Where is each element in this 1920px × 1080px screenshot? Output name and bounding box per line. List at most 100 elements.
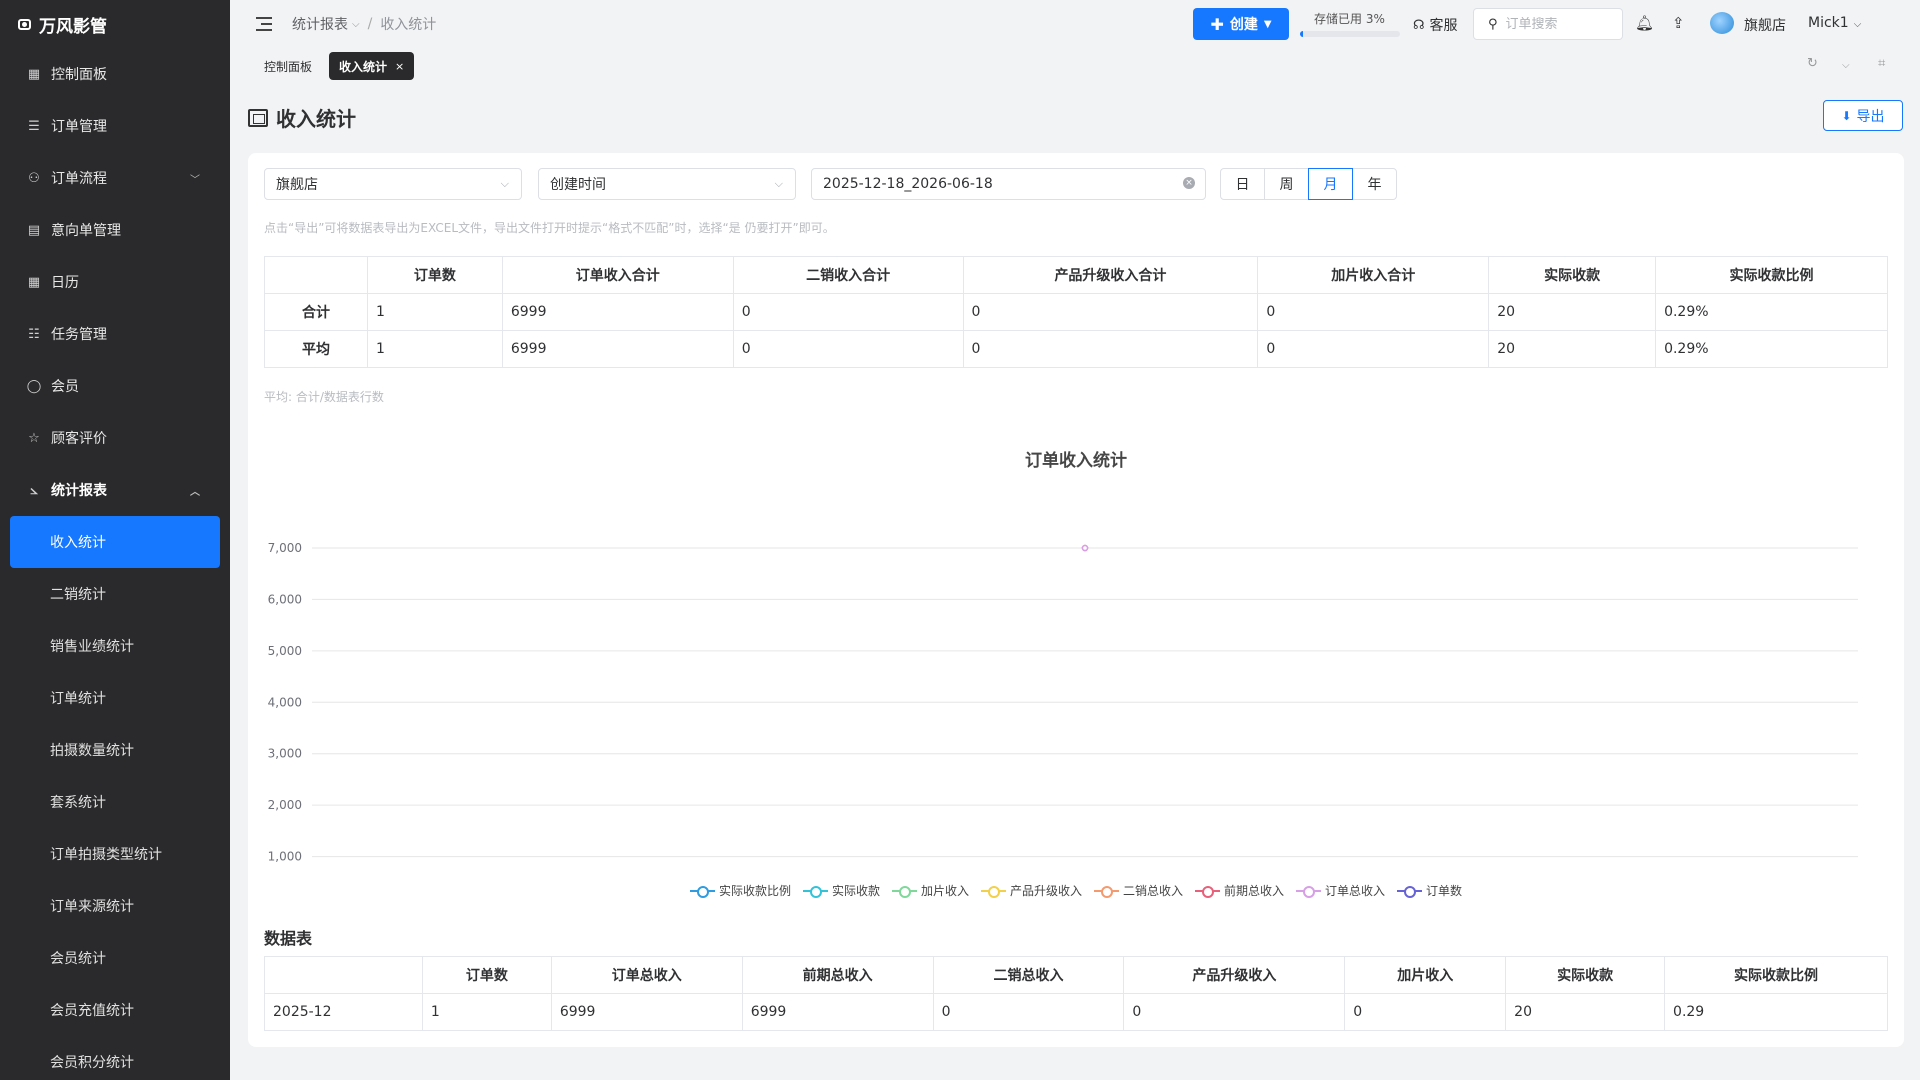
menu-toggle-icon[interactable] — [256, 17, 272, 31]
sidebar-item-5[interactable]: ☷ 任务管理 — [0, 308, 230, 360]
legend-item-1[interactable]: 实际收款 — [802, 882, 880, 899]
legend-label: 前期总收入 — [1224, 884, 1285, 898]
table-cell: 0 — [732, 330, 964, 368]
table-cell: 0 — [962, 293, 1259, 331]
sidebar-subitem-3[interactable]: 订单统计 — [0, 672, 230, 724]
table-cell: 0 — [1257, 293, 1490, 331]
order-search[interactable]: ⚲ — [1473, 8, 1623, 40]
sidebar-subitem-8[interactable]: 会员统计 — [0, 932, 230, 984]
column-header: 实际收款 — [1505, 956, 1666, 994]
granularity-toggle: 日周月年 — [1220, 168, 1397, 200]
column-header — [264, 956, 423, 994]
export-button[interactable]: ⬇ 导出 — [1823, 100, 1903, 131]
data-table: 订单数 订单总收入 前期总收入 二销总收入 产品升级收入 加片收入 实际收款 实际收款比例 20… — [264, 956, 1888, 1031]
granularity-option-3[interactable]: 年 — [1352, 168, 1397, 200]
support-link[interactable]: ☊ 客服 — [1413, 15, 1458, 35]
sidebar-item-2[interactable]: ⚇ 订单流程 ﹀ — [0, 152, 230, 204]
table-cell: 20 — [1488, 330, 1657, 368]
sidebar-subitem-7[interactable]: 订单来源统计 — [0, 880, 230, 932]
legend-item-3[interactable]: 产品升级收入 — [980, 882, 1082, 899]
legend-item-6[interactable]: 订单总收入 — [1296, 882, 1385, 899]
table-cell: 6999 — [741, 993, 934, 1031]
breadcrumb-parent[interactable]: 统计报表 — [292, 14, 348, 34]
sidebar-subitem-5[interactable]: 套系统计 — [0, 776, 230, 828]
store-select[interactable]: 旗舰店 ⌵ — [264, 168, 522, 200]
y-tick-label: 6,000 — [268, 592, 302, 606]
sidebar-subitem-10[interactable]: 会员积分统计 — [0, 1036, 230, 1080]
granularity-option-2[interactable]: 月 — [1308, 168, 1353, 200]
upload-icon[interactable]: ⇪ — [1672, 14, 1685, 32]
summary-table: 订单数 订单收入合计 二销收入合计 产品升级收入合计 加片收入合计 实际收款 实际收款比例合… — [264, 256, 1888, 368]
table-row: 合计 1 6999 0 0 0 20 0.29% — [264, 293, 1888, 331]
sidebar-item-label: 日历 — [51, 275, 79, 291]
chart-icon: ⦣ — [30, 482, 38, 498]
column-header: 实际收款比例 — [1664, 956, 1888, 994]
table-cell: 0.29% — [1655, 330, 1888, 368]
column-header: 加片收入 — [1344, 956, 1507, 994]
table-cell: 平均 — [264, 330, 368, 368]
bell-icon[interactable]: 🔔︎ — [1635, 14, 1654, 32]
sidebar-subitem-6[interactable]: 订单拍摄类型统计 — [0, 828, 230, 880]
chevron-down-icon[interactable]: ⌵ — [1842, 60, 1850, 71]
tab-income-stats[interactable]: 收入统计 × — [329, 52, 415, 80]
granularity-option-1[interactable]: 周 — [1264, 168, 1309, 200]
column-header: 产品升级收入合计 — [962, 256, 1259, 294]
download-icon: ⬇ — [1841, 108, 1852, 123]
date-range-picker[interactable]: 2025-12-18_2026-06-18 × — [811, 168, 1206, 200]
column-header — [264, 256, 368, 294]
legend-item-7[interactable]: 订单数 — [1397, 882, 1462, 899]
refresh-icon[interactable]: ↻ — [1807, 56, 1818, 71]
table-cell: 2025-12 — [264, 993, 423, 1031]
legend-item-0[interactable]: 实际收款比例 — [689, 882, 791, 899]
chart-legend: 实际收款比例 实际收款 加片收入 产品升级收入 二销总收入 前期总收入 订单总收入 订单数 — [248, 882, 1904, 899]
clear-icon[interactable]: × — [1183, 177, 1195, 189]
legend-item-5[interactable]: 前期总收入 — [1195, 882, 1284, 899]
legend-item-2[interactable]: 加片收入 — [891, 882, 969, 899]
granularity-option-0[interactable]: 日 — [1220, 168, 1265, 200]
breadcrumb: 统计报表 ⌵ / 收入统计 — [292, 14, 437, 34]
sidebar-subitem-1[interactable]: 二销统计 — [0, 568, 230, 620]
sidebar-subitem-0[interactable]: 收入统计 — [10, 516, 220, 568]
sidebar-subitem-9[interactable]: 会员充值统计 — [0, 984, 230, 1036]
create-button[interactable]: ✚ 创建 ▼ — [1193, 8, 1289, 40]
y-tick-label: 2,000 — [268, 798, 302, 812]
column-header: 实际收款 — [1488, 256, 1657, 294]
sidebar-item-label: 订单流程 — [51, 171, 107, 187]
sidebar-item-3[interactable]: ▤ 意向单管理 — [0, 204, 230, 256]
sidebar-item-4[interactable]: ▦ 日历 — [0, 256, 230, 308]
star-icon: ☆ — [28, 430, 40, 446]
fullscreen-icon[interactable]: ⌗ — [1878, 56, 1885, 71]
legend-marker-icon — [891, 885, 917, 898]
table-cell: 合计 — [264, 293, 368, 331]
sidebar-subitem-2[interactable]: 销售业绩统计 — [0, 620, 230, 672]
sidebar-item-7[interactable]: ☆ 顾客评价 — [0, 412, 230, 464]
y-tick-label: 4,000 — [268, 695, 302, 709]
store-switcher[interactable]: 旗舰店 — [1744, 15, 1786, 35]
table-cell: 0 — [1344, 993, 1507, 1031]
sidebar-item-label: 意向单管理 — [51, 223, 121, 239]
plus-icon: ✚ — [1210, 14, 1224, 34]
app-brand: 万风影管 — [0, 0, 230, 48]
search-input[interactable] — [1505, 16, 1606, 32]
sidebar-item-1[interactable]: ☰ 订单管理 — [0, 100, 230, 152]
sidebar-item-8[interactable]: ⦣ 统计报表 ︿ — [0, 464, 230, 516]
tab-dashboard[interactable]: 控制面板 — [254, 52, 322, 80]
table-cell: 0.29 — [1664, 993, 1888, 1031]
sidebar-subitem-4[interactable]: 拍摄数量统计 — [0, 724, 230, 776]
legend-item-4[interactable]: 二销总收入 — [1094, 882, 1183, 899]
column-header: 加片收入合计 — [1257, 256, 1490, 294]
user-menu[interactable]: Mick1 ⌵ — [1808, 15, 1861, 31]
legend-label: 实际收款比例 — [718, 884, 791, 898]
sidebar-item-0[interactable]: ▦ 控制面板 — [0, 48, 230, 100]
sidebar-item-6[interactable]: ◯ 会员 — [0, 360, 230, 412]
time-field-select[interactable]: 创建时间 ⌵ — [538, 168, 796, 200]
legend-marker-icon — [802, 885, 828, 898]
y-tick-label: 3,000 — [268, 747, 302, 761]
close-icon[interactable]: × — [395, 60, 404, 73]
storage-usage: 存储已用 3% — [1300, 10, 1400, 37]
export-hint: 点击“导出”可将数据表导出为EXCEL文件，导出文件打开时提示“格式不匹配”时，… — [264, 221, 835, 235]
sidebar-item-label: 订单管理 — [51, 119, 107, 135]
chevron-down-icon: ▼ — [1263, 18, 1272, 30]
chevron-down-icon: ﹀ — [190, 175, 200, 186]
legend-label: 产品升级收入 — [1009, 884, 1082, 898]
